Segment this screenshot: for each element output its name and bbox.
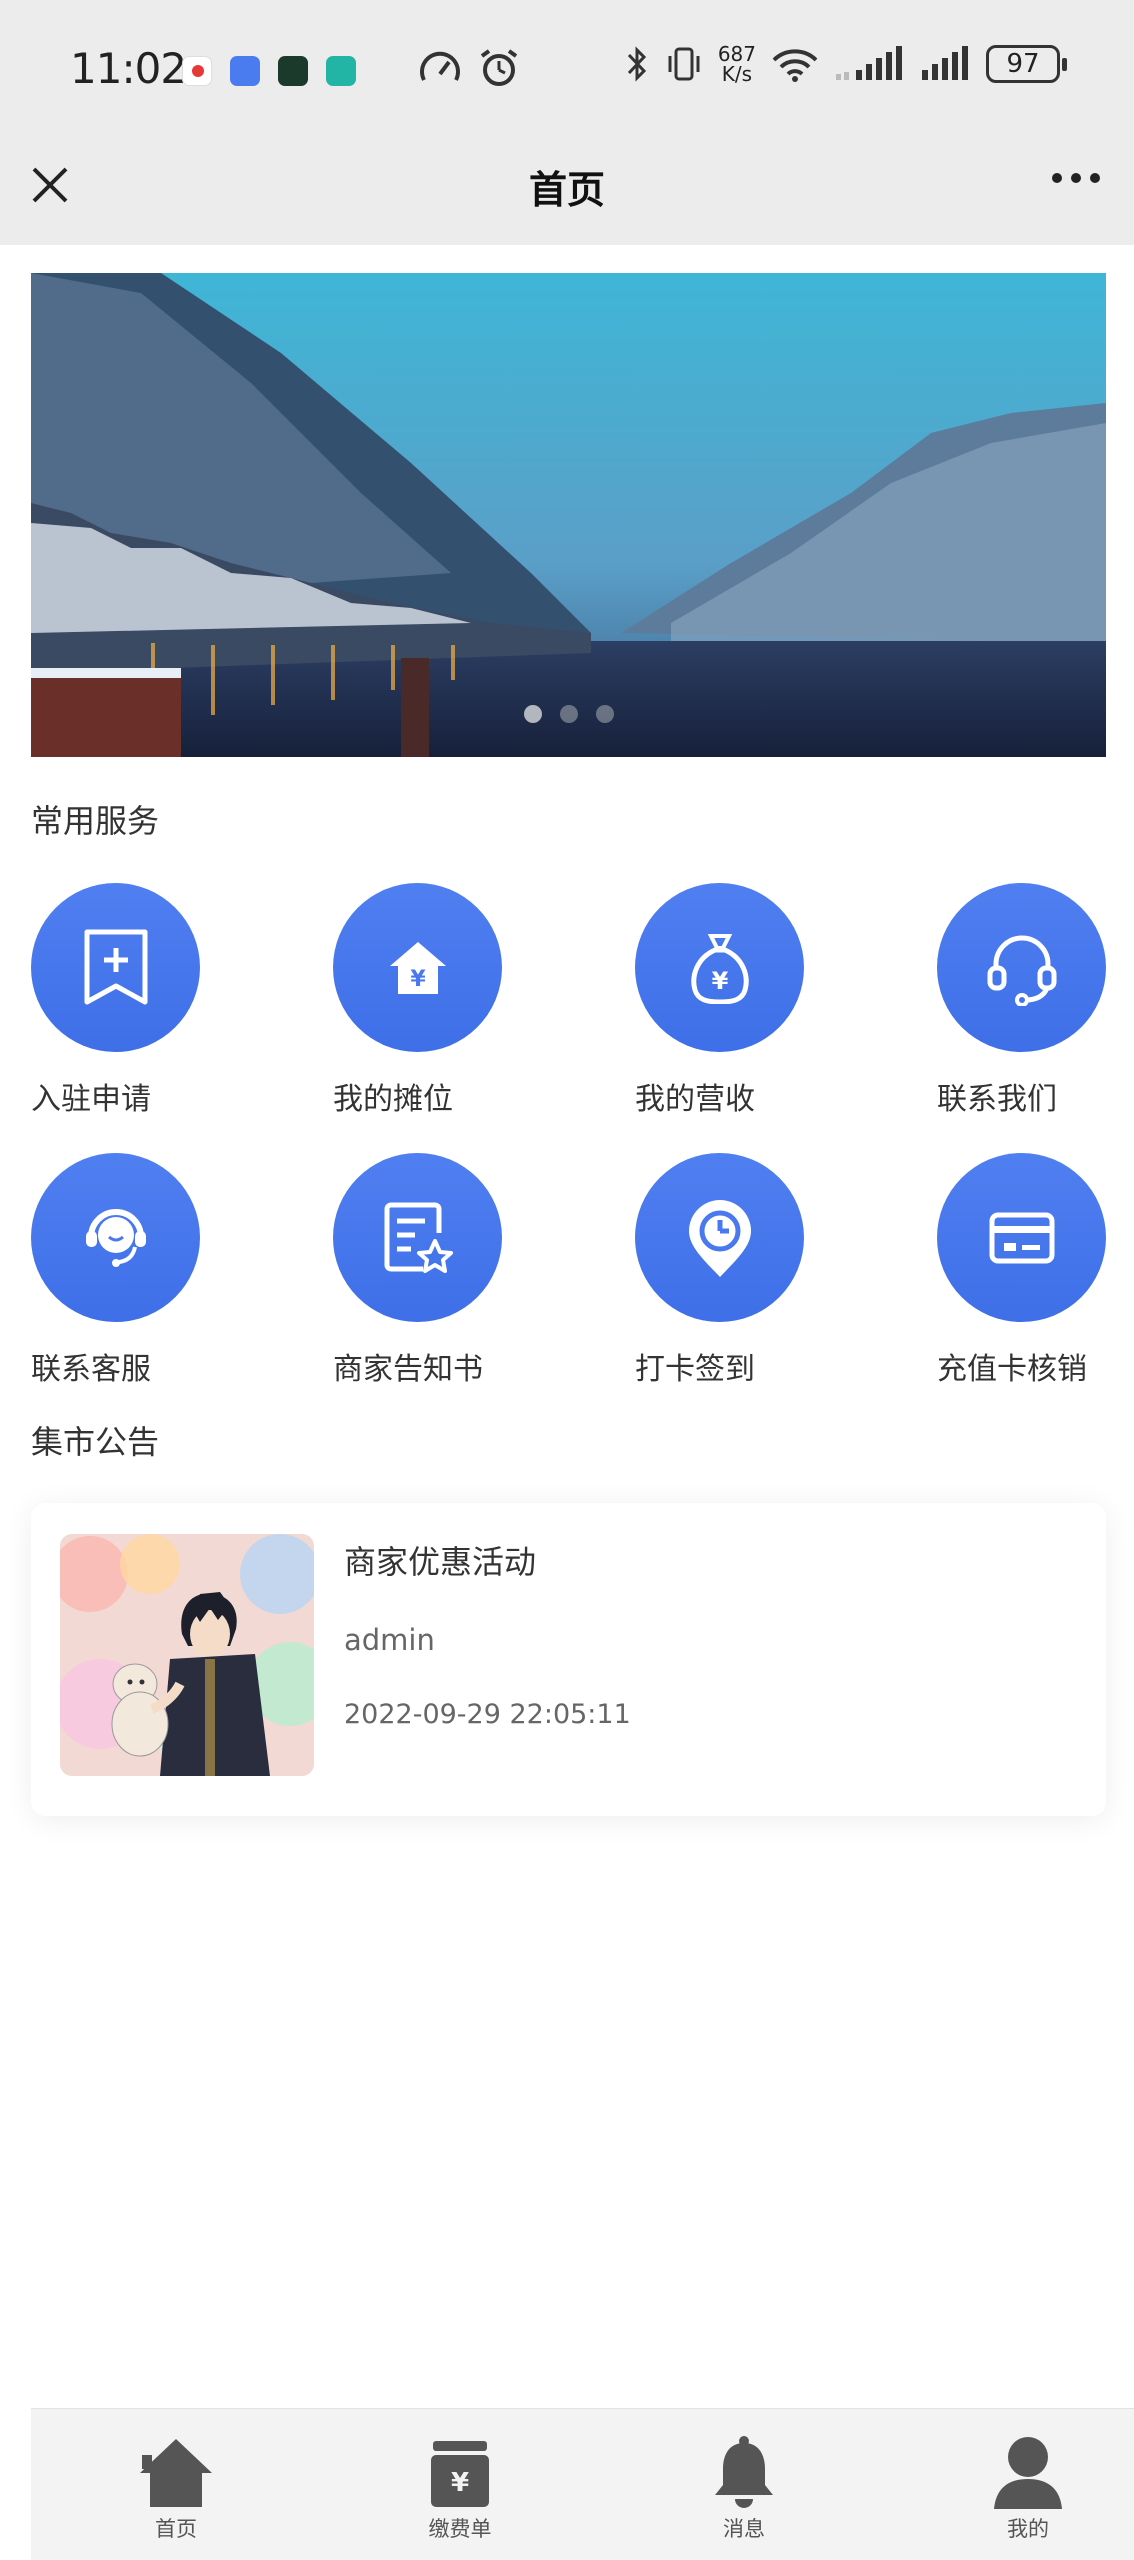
tab-label: 缴费单 bbox=[428, 2517, 492, 2541]
app-notification-icon bbox=[278, 56, 308, 86]
vibrate-icon bbox=[668, 47, 700, 81]
status-right: 687 K/s 97 bbox=[624, 44, 1067, 84]
svg-text:¥: ¥ bbox=[410, 967, 426, 992]
more-button[interactable] bbox=[1052, 173, 1100, 183]
service-label: 联系客服 bbox=[31, 1352, 151, 1387]
notice-section-title: 集市公告 bbox=[31, 1423, 160, 1461]
bottom-tab-bar: 首页 ¥ 缴费单 消息 我的 bbox=[31, 2408, 1134, 2560]
tab-home[interactable]: 首页 bbox=[86, 2409, 266, 2543]
headset-icon bbox=[987, 935, 1056, 1006]
tab-messages[interactable]: 消息 bbox=[654, 2409, 834, 2543]
user-icon bbox=[994, 2437, 1062, 2509]
net-speed-unit: K/s bbox=[721, 62, 753, 86]
carousel-indicators bbox=[31, 705, 1106, 723]
service-item-stall[interactable]: ¥ 我的摊位 bbox=[333, 883, 513, 1118]
service-label: 入驻申请 bbox=[31, 1082, 151, 1117]
battery-indicator: 97 bbox=[986, 45, 1067, 83]
bluetooth-icon bbox=[627, 46, 646, 82]
service-label: 联系我们 bbox=[937, 1082, 1057, 1117]
service-icon-circle: ¥ bbox=[635, 883, 804, 1052]
carousel-dot[interactable] bbox=[595, 705, 614, 723]
wifi-icon bbox=[772, 49, 818, 82]
service-item-contact-us[interactable]: 联系我们 bbox=[937, 883, 1117, 1118]
alarm-icon bbox=[480, 49, 518, 86]
notice-title: 商家优惠活动 bbox=[344, 1543, 537, 1581]
service-icon-circle bbox=[937, 883, 1106, 1052]
system-indicators bbox=[418, 48, 520, 88]
tab-label: 我的 bbox=[1007, 2517, 1049, 2541]
service-label: 打卡签到 bbox=[635, 1352, 755, 1387]
carousel-dot[interactable] bbox=[559, 705, 578, 723]
title-bar: 首页 bbox=[0, 145, 1134, 245]
service-icon-circle bbox=[937, 1153, 1106, 1322]
notice-thumbnail bbox=[60, 1534, 314, 1776]
tab-profile[interactable]: 我的 bbox=[938, 2409, 1118, 2543]
signal-icon bbox=[836, 46, 902, 80]
status-time: 11:02 bbox=[70, 44, 187, 93]
tab-label: 消息 bbox=[723, 2517, 765, 2541]
document-star-icon bbox=[384, 1202, 453, 1273]
service-icon-circle bbox=[635, 1153, 804, 1322]
svg-text:¥: ¥ bbox=[711, 967, 728, 995]
bookmark-plus-icon bbox=[84, 929, 147, 1004]
service-item-check-in[interactable]: 打卡签到 bbox=[635, 1153, 815, 1388]
signal-icon bbox=[922, 46, 968, 80]
status-bar: 11:02 687 K/s 97 bbox=[0, 0, 1134, 145]
service-item-merchant-notice[interactable]: 商家告知书 bbox=[333, 1153, 513, 1388]
house-yen-icon: ¥ bbox=[389, 941, 446, 994]
service-item-revenue[interactable]: ¥ 我的营收 bbox=[635, 883, 815, 1118]
services-section-title: 常用服务 bbox=[31, 802, 160, 840]
customer-service-icon bbox=[85, 1208, 146, 1267]
home-icon bbox=[140, 2439, 212, 2507]
clock-pin-icon bbox=[688, 1199, 751, 1277]
app-notification-icon bbox=[182, 56, 212, 86]
service-label: 我的摊位 bbox=[333, 1082, 453, 1117]
service-icon-circle bbox=[31, 1153, 200, 1322]
svg-text:¥: ¥ bbox=[451, 2468, 469, 2498]
net-speed-value: 687 bbox=[717, 42, 756, 66]
more-icon bbox=[1052, 173, 1062, 183]
money-bag-icon: ¥ bbox=[690, 933, 749, 1004]
app-notification-icon bbox=[230, 56, 260, 86]
tab-label: 首页 bbox=[155, 2517, 197, 2541]
service-item-card-redeem[interactable]: 充值卡核销 bbox=[937, 1153, 1117, 1388]
service-label: 商家告知书 bbox=[333, 1352, 483, 1387]
notice-timestamp: 2022-09-29 22:05:11 bbox=[344, 1699, 631, 1730]
bill-icon: ¥ bbox=[431, 2441, 489, 2507]
notification-icons bbox=[182, 56, 356, 86]
service-item-apply[interactable]: 入驻申请 bbox=[31, 883, 211, 1118]
banner-carousel[interactable] bbox=[31, 273, 1106, 757]
service-label: 充值卡核销 bbox=[937, 1352, 1087, 1387]
service-label: 我的营收 bbox=[635, 1082, 755, 1117]
service-icon-circle bbox=[31, 883, 200, 1052]
card-icon bbox=[989, 1212, 1054, 1263]
tab-bills[interactable]: ¥ 缴费单 bbox=[370, 2409, 550, 2543]
carousel-dot[interactable] bbox=[523, 705, 542, 723]
notice-thumbnail-image bbox=[60, 1534, 314, 1776]
banner-image bbox=[31, 273, 1106, 757]
page-title: 首页 bbox=[528, 168, 605, 212]
speedometer-icon bbox=[420, 51, 460, 81]
bell-icon bbox=[715, 2436, 773, 2508]
more-icon bbox=[1090, 173, 1100, 183]
service-icon-circle bbox=[333, 1153, 502, 1322]
notice-author: admin bbox=[344, 1623, 435, 1657]
app-notification-icon bbox=[326, 56, 356, 86]
notice-card[interactable]: 商家优惠活动 admin 2022-09-29 22:05:11 bbox=[31, 1503, 1106, 1816]
net-speed: 687 K/s bbox=[718, 44, 756, 84]
service-icon-circle: ¥ bbox=[333, 883, 502, 1052]
more-icon bbox=[1071, 173, 1081, 183]
service-item-customer-service[interactable]: 联系客服 bbox=[31, 1153, 211, 1388]
